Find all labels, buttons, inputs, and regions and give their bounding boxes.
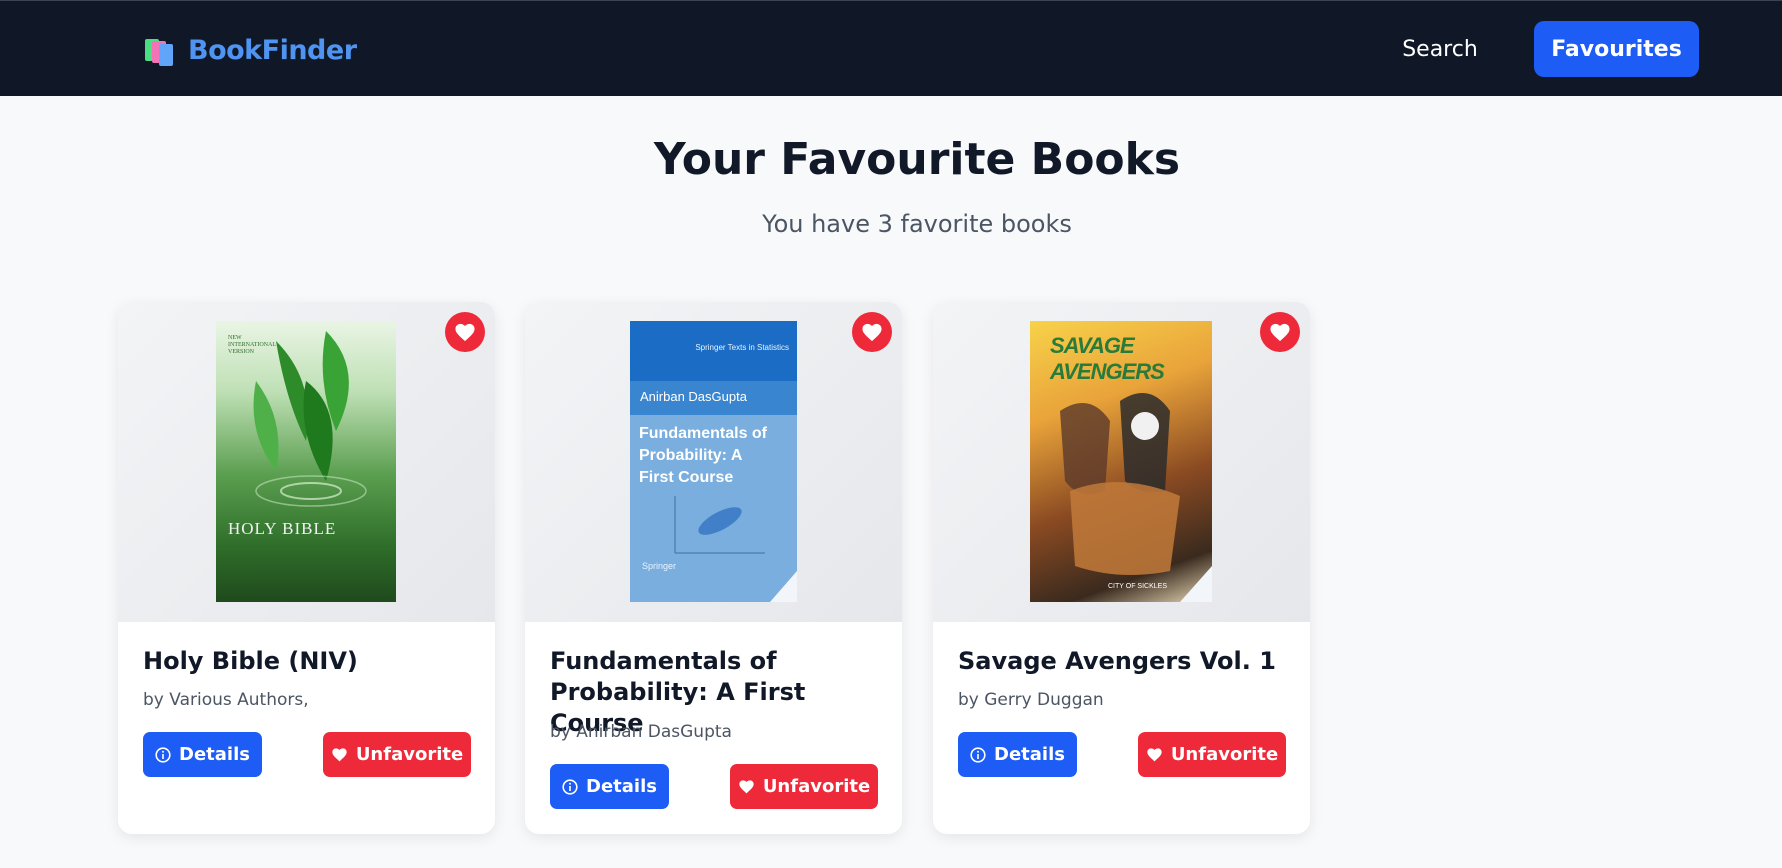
details-button[interactable]: Details <box>958 732 1077 777</box>
book-cover: NEW INTERNATIONAL VERSION HOLY BIBLE <box>216 321 396 602</box>
leaf-illustration <box>253 331 367 507</box>
details-label: Details <box>994 744 1065 765</box>
brand-name: BookFinder <box>188 35 357 66</box>
cover-subtitle: CITY OF SICKLES <box>1108 583 1167 590</box>
heart-icon <box>862 323 882 342</box>
cover-title: HOLY BIBLE <box>228 519 337 538</box>
book-cover-area: NEW INTERNATIONAL VERSION HOLY BIBLE <box>118 302 495 622</box>
page-title: Your Favourite Books <box>653 134 1181 185</box>
brand-logo[interactable]: BookFinder <box>144 35 357 66</box>
unfavorite-button[interactable]: Unfavorite <box>1138 732 1286 777</box>
cover-publisher: Springer <box>642 561 677 571</box>
book-card: SAVAGE AVENGERS CITY OF SICKLES Savage A… <box>933 302 1310 834</box>
heart-icon <box>455 323 475 342</box>
details-label: Details <box>586 776 657 797</box>
book-title: Holy Bible (NIV) <box>143 647 358 675</box>
navbar: BookFinder Search Favourites <box>0 0 1782 96</box>
favorites-count: You have 3 favorite books <box>762 210 1072 238</box>
book-author: by Anirban DasGupta <box>550 722 732 742</box>
book-cover-area: Springer Texts in Statistics Anirban Das… <box>525 302 902 622</box>
nav-search-link[interactable]: Search <box>1395 21 1485 77</box>
unfavorite-button[interactable]: Unfavorite <box>323 732 471 777</box>
favorite-toggle[interactable] <box>852 312 892 352</box>
book-card: Springer Texts in Statistics Anirban Das… <box>525 302 902 834</box>
heart-icon <box>1270 323 1290 342</box>
book-cover: Springer Texts in Statistics Anirban Das… <box>630 321 797 602</box>
scatter-illustration <box>674 496 797 602</box>
favorite-toggle[interactable] <box>1260 312 1300 352</box>
cover-edition: NEW INTERNATIONAL VERSION <box>228 335 276 355</box>
unfavorite-label: Unfavorite <box>1170 744 1279 765</box>
heart-icon <box>332 748 347 762</box>
unfavorite-label: Unfavorite <box>762 776 871 797</box>
cover-title: SAVAGE AVENGERS <box>1050 333 1165 384</box>
info-circle-icon <box>155 746 171 763</box>
details-button[interactable]: Details <box>143 732 262 777</box>
book-cover-area: SAVAGE AVENGERS CITY OF SICKLES <box>933 302 1310 622</box>
book-author: by Various Authors, <box>143 690 309 710</box>
book-author: by Gerry Duggan <box>958 690 1104 710</box>
nav-favourites-button[interactable]: Favourites <box>1534 21 1699 77</box>
book-cover: SAVAGE AVENGERS CITY OF SICKLES <box>1030 321 1212 602</box>
details-label: Details <box>179 744 250 765</box>
book-card: NEW INTERNATIONAL VERSION HOLY BIBLE Hol… <box>118 302 495 834</box>
details-button[interactable]: Details <box>550 764 669 809</box>
heart-icon <box>1147 748 1162 762</box>
heart-icon <box>739 780 754 794</box>
books-icon <box>144 36 174 66</box>
unfavorite-button[interactable]: Unfavorite <box>730 764 878 809</box>
unfavorite-label: Unfavorite <box>355 744 464 765</box>
info-circle-icon <box>562 778 578 795</box>
book-title: Savage Avengers Vol. 1 <box>958 647 1276 675</box>
info-circle-icon <box>970 746 986 763</box>
favorite-toggle[interactable] <box>445 312 485 352</box>
